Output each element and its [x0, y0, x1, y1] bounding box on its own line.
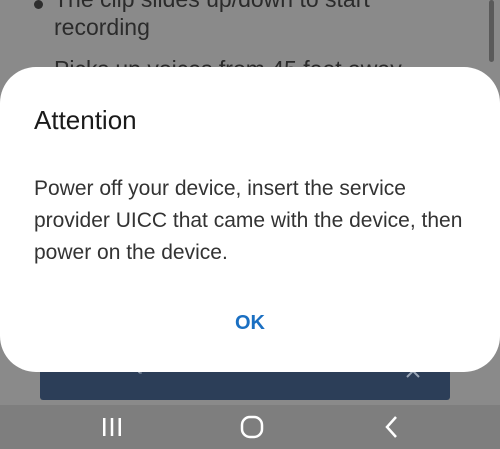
- ok-button[interactable]: OK: [196, 301, 304, 345]
- background-text: The clip slides up/down to start: [54, 0, 370, 13]
- home-icon: [240, 415, 264, 439]
- bullet-icon: [34, 0, 43, 9]
- back-button[interactable]: [362, 405, 422, 449]
- scrollbar[interactable]: [489, 0, 494, 62]
- recents-icon: [103, 418, 121, 436]
- back-icon: [385, 416, 397, 438]
- background-text: recording: [54, 14, 150, 40]
- dialog-message: Power off your device, insert the servic…: [34, 177, 463, 264]
- navigation-bar: [0, 405, 500, 449]
- recents-button[interactable]: [82, 405, 142, 449]
- home-button[interactable]: [222, 405, 282, 449]
- dialog-title: Attention: [34, 105, 137, 135]
- attention-dialog: Attention Power off your device, insert …: [0, 67, 500, 372]
